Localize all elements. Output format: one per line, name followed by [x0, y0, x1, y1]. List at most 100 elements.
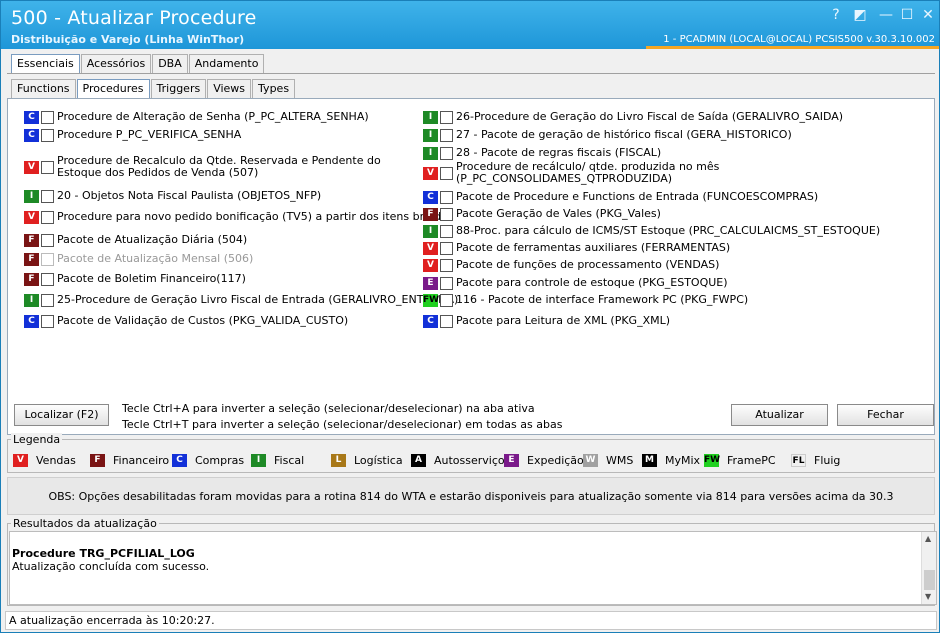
- localizar-button[interactable]: Localizar (F2): [14, 404, 109, 426]
- procedure-checkbox[interactable]: [41, 314, 54, 328]
- procedure-item[interactable]: F Pacote de Boletim Financeiro(117): [24, 269, 246, 289]
- tab-acessorios[interactable]: Acessórios: [80, 54, 152, 73]
- procedure-checkbox[interactable]: [440, 241, 453, 255]
- results-textarea[interactable]: Procedure TRG_PCFILIAL_LOG Atualização c…: [9, 531, 937, 605]
- legend-badge-m: M: [642, 453, 657, 467]
- category-badge-i: I: [423, 110, 438, 124]
- fechar-button[interactable]: Fechar: [837, 404, 934, 426]
- scroll-down-icon[interactable]: ▼: [925, 592, 931, 601]
- procedure-label: Pacote de Boletim Financeiro(117): [57, 272, 246, 285]
- scroll-up-icon[interactable]: ▲: [925, 534, 931, 543]
- category-badge-c: C: [24, 314, 39, 328]
- help-icon[interactable]: ?: [827, 7, 845, 23]
- procedure-checkbox[interactable]: [41, 110, 54, 124]
- procedure-checkbox[interactable]: [440, 110, 453, 124]
- tab-procedures[interactable]: Procedures: [76, 79, 150, 98]
- procedure-checkbox[interactable]: [440, 224, 453, 238]
- tab-andamento[interactable]: Andamento: [188, 54, 265, 73]
- obs-note: OBS: Opções desabilitadas foram movidas …: [7, 477, 935, 515]
- result-message: Atualização concluída com sucesso.: [12, 560, 210, 573]
- procedure-label: 116 - Pacote de interface Framework PC (…: [456, 293, 749, 306]
- minimize-icon[interactable]: —: [877, 7, 895, 23]
- procedure-checkbox[interactable]: [41, 210, 54, 224]
- legend-title: Legenda: [11, 433, 63, 446]
- results-title: Resultados da atualização: [11, 517, 159, 530]
- procedure-item[interactable]: I 27 - Pacote de geração de histórico fis…: [423, 125, 792, 145]
- scroll-thumb[interactable]: [924, 570, 935, 590]
- procedure-checkbox: [41, 252, 54, 266]
- procedure-checkbox[interactable]: [440, 146, 453, 160]
- close-icon[interactable]: ✕: [919, 7, 937, 23]
- procedure-checkbox[interactable]: [440, 276, 453, 290]
- category-badge-i: I: [423, 224, 438, 238]
- procedure-item[interactable]: I 20 - Objetos Nota Fiscal Paulista (OBJE…: [24, 186, 321, 206]
- category-badge-f: F: [24, 272, 39, 286]
- tab-views[interactable]: Views: [207, 79, 252, 98]
- procedure-item[interactable]: F Pacote de Atualização Diária (504): [24, 230, 247, 250]
- procedure-item[interactable]: C Procedure P_PC_VERIFICA_SENHA: [24, 125, 241, 145]
- procedure-item[interactable]: C Pacote de Validação de Custos (PKG_VALI…: [24, 311, 348, 331]
- procedure-checkbox[interactable]: [41, 233, 54, 247]
- procedure-checkbox[interactable]: [440, 207, 453, 221]
- procedure-item[interactable]: C Procedure de Alteração de Senha (P_PC_A…: [24, 107, 369, 127]
- results-scrollbar[interactable]: ▲ ▼: [921, 532, 936, 604]
- procedure-item[interactable]: I 25-Procedure de Geração Livro Fiscal de…: [24, 290, 458, 310]
- procedure-item[interactable]: V Pacote de funções de processamento (VEN…: [423, 255, 719, 275]
- result-procedure: Procedure TRG_PCFILIAL_LOG: [12, 547, 195, 560]
- procedure-label: Pacote de ferramentas auxiliares (FERRAM…: [456, 241, 731, 254]
- procedure-label: 27 - Pacote de geração de histórico fisc…: [456, 128, 792, 141]
- window-title: 500 - Atualizar Procedure: [11, 7, 257, 29]
- system-info-underline: [646, 46, 939, 49]
- procedure-item[interactable]: V Procedure de recálculo/ qtde. produzida…: [423, 160, 756, 185]
- procedure-checkbox[interactable]: [41, 128, 54, 142]
- tab-types[interactable]: Types: [252, 79, 296, 98]
- category-badge-f: F: [423, 207, 438, 221]
- procedure-checkbox[interactable]: [440, 128, 453, 142]
- procedure-label: 28 - Pacote de regras fiscais (FISCAL): [456, 146, 662, 159]
- hint-ctrl-t: Tecle Ctrl+T para inverter a seleção (se…: [122, 418, 563, 431]
- procedure-checkbox[interactable]: [440, 258, 453, 272]
- procedure-item[interactable]: F Pacote de Atualização Mensal (506): [24, 249, 253, 269]
- category-badge-c: C: [24, 110, 39, 124]
- procedure-item[interactable]: V Procedure de Recalculo da Qtde. Reserva…: [24, 155, 409, 179]
- procedure-item[interactable]: C Pacote para Leitura de XML (PKG_XML): [423, 311, 670, 331]
- atualizar-button[interactable]: Atualizar: [731, 404, 828, 426]
- procedure-item[interactable]: V Procedure para novo pedido bonificação …: [24, 207, 454, 227]
- category-badge-v: V: [423, 241, 438, 255]
- procedure-label: Procedure P_PC_VERIFICA_SENHA: [57, 128, 242, 141]
- procedure-checkbox[interactable]: [41, 272, 54, 286]
- legend-label: Vendas: [36, 453, 76, 467]
- tab-essenciais[interactable]: Essenciais: [11, 54, 80, 73]
- procedure-item[interactable]: I 26-Procedure de Geração do Livro Fiscal…: [423, 107, 843, 127]
- procedure-label: Pacote de Procedure e Functions de Entra…: [456, 190, 819, 203]
- restore-icon[interactable]: ◩: [851, 7, 869, 23]
- procedure-checkbox[interactable]: [440, 314, 453, 328]
- legend-label: Autosserviço: [434, 453, 505, 467]
- legend-label: Expedição: [527, 453, 584, 467]
- legend-item-c: C Compras: [172, 453, 244, 467]
- tab-dba[interactable]: DBA: [152, 54, 188, 73]
- legend-item-w: W WMS: [583, 453, 633, 467]
- main-tabs-divider: [7, 73, 935, 74]
- procedure-label: Pacote para Leitura de XML (PKG_XML): [456, 314, 671, 327]
- category-badge-v: V: [423, 258, 438, 272]
- procedure-item[interactable]: FW 116 - Pacote de interface Framework PC…: [423, 290, 748, 310]
- procedure-checkbox[interactable]: [41, 293, 54, 307]
- procedure-checkbox[interactable]: [440, 166, 453, 180]
- procedure-label: Pacote de Validação de Custos (PKG_VALID…: [57, 314, 349, 327]
- legend-badge-e: E: [504, 453, 519, 467]
- legend-label: Fiscal: [274, 453, 305, 467]
- procedure-checkbox[interactable]: [41, 160, 54, 174]
- procedure-label: Procedure para novo pedido bonificação (…: [57, 210, 454, 223]
- procedure-checkbox[interactable]: [440, 293, 453, 307]
- tab-triggers[interactable]: Triggers: [150, 79, 207, 98]
- system-info: 1 - PCADMIN (LOCAL@LOCAL) PCSIS500 v.30.…: [663, 34, 935, 45]
- maximize-icon[interactable]: ☐: [898, 7, 916, 23]
- procedure-checkbox[interactable]: [41, 189, 54, 203]
- procedure-label: Procedure de recálculo/ qtde. produzida …: [456, 160, 720, 185]
- tab-functions[interactable]: Functions: [11, 79, 76, 98]
- procedure-checkbox[interactable]: [440, 190, 453, 204]
- legend-badge-fw: FW: [704, 453, 721, 467]
- category-badge-fw: FW: [423, 293, 440, 307]
- legend-badge-w: W: [583, 453, 598, 467]
